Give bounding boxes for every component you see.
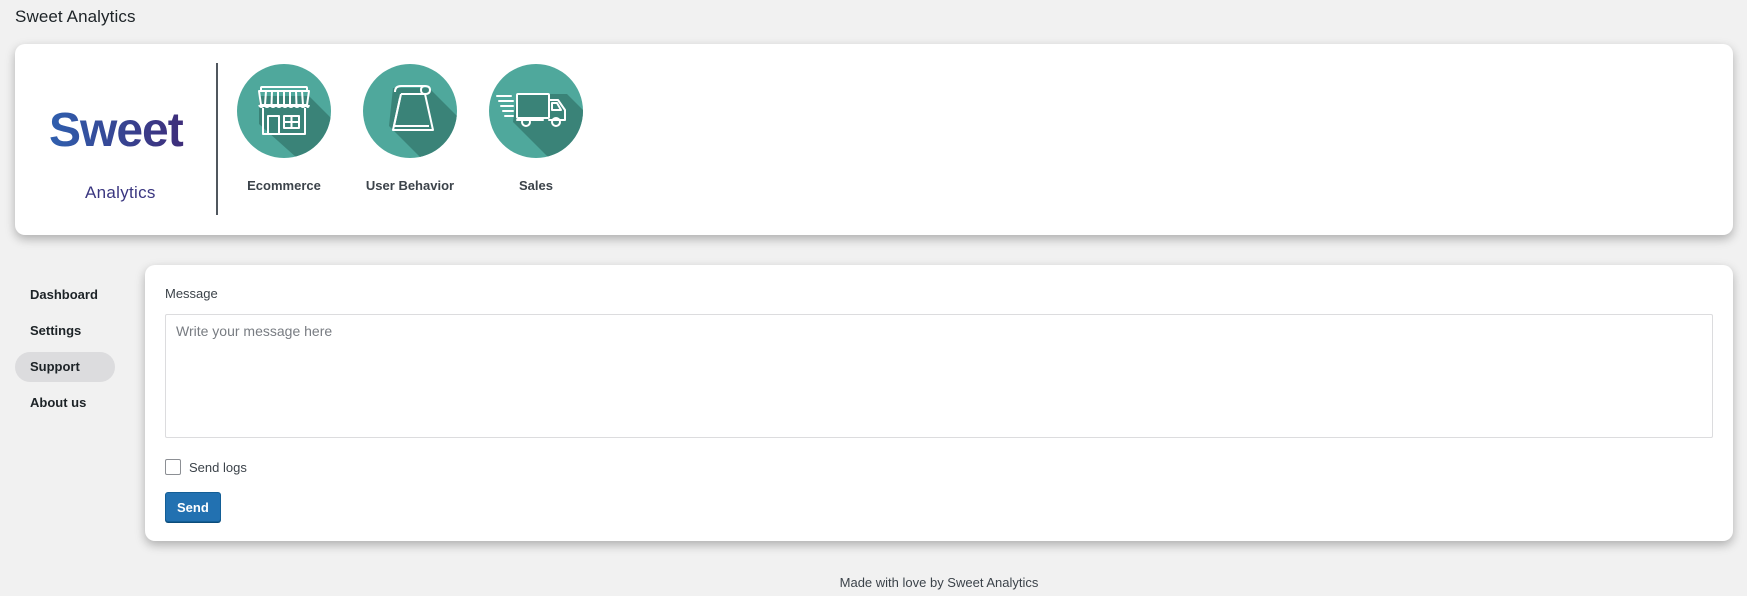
delivery-truck-icon xyxy=(489,64,583,158)
send-button[interactable]: Send xyxy=(165,492,221,522)
logo-sub: Analytics xyxy=(85,183,156,202)
sidebar-item-support[interactable]: Support xyxy=(15,352,115,382)
header-divider xyxy=(216,63,218,215)
app-user-behavior[interactable]: User Behavior xyxy=(363,64,457,193)
storefront-icon xyxy=(237,64,331,158)
sidebar-item-about-us[interactable]: About us xyxy=(15,388,115,418)
send-logs-row: Send logs xyxy=(165,459,247,475)
sidebar-item-dashboard[interactable]: Dashboard xyxy=(15,280,115,310)
app-list: Ecommerce User Behavior Sales xyxy=(237,64,583,193)
footer-text: Made with love by Sweet Analytics xyxy=(839,575,1039,590)
app-sales[interactable]: Sales xyxy=(489,64,583,193)
app-ecommerce[interactable]: Ecommerce xyxy=(237,64,331,193)
send-logs-label: Send logs xyxy=(189,459,247,475)
app-label: Sales xyxy=(519,178,553,193)
send-logs-checkbox[interactable] xyxy=(165,459,181,475)
app-label: Ecommerce xyxy=(247,178,321,193)
sidebar-item-settings[interactable]: Settings xyxy=(15,316,115,346)
app-label: User Behavior xyxy=(365,178,455,193)
logo: Sweet Analytics xyxy=(37,104,207,202)
message-input[interactable] xyxy=(165,314,1713,438)
sidebar-nav: Dashboard Settings Support About us xyxy=(15,280,115,424)
scroll-icon xyxy=(363,64,457,158)
header-card: Sweet Analytics Ecommerce User Behavior … xyxy=(15,44,1733,235)
support-form-card: Message Send logs Send xyxy=(145,265,1733,541)
message-label: Message xyxy=(165,286,218,301)
logo-word: Sweet xyxy=(49,104,184,157)
page-title: Sweet Analytics xyxy=(15,7,136,26)
